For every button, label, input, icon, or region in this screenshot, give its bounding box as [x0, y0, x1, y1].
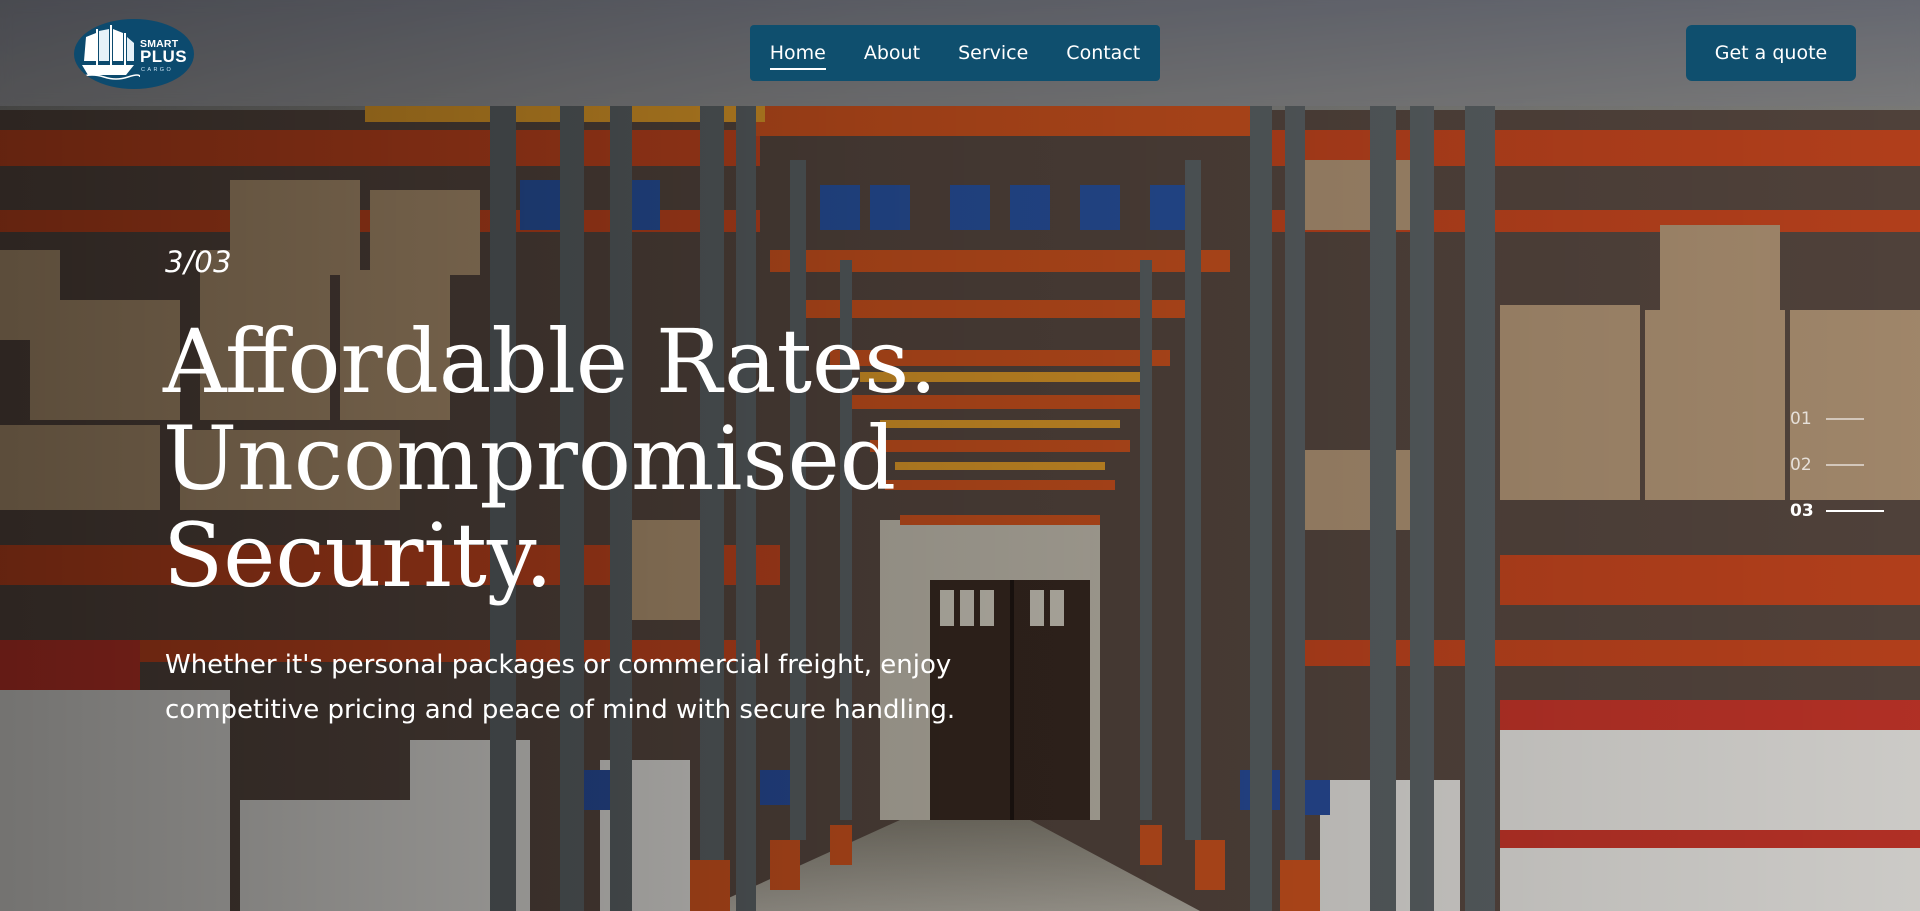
- slide-line: [1826, 418, 1864, 420]
- slide-indicator-item-2[interactable]: 02: [1790, 442, 1900, 488]
- hero-headline: Affordable Rates. Uncompromised Security…: [163, 313, 1043, 604]
- logo-badge: SMART PLUS CARGO: [74, 19, 194, 89]
- nav-link-service[interactable]: Service: [958, 36, 1028, 70]
- slide-line: [1826, 464, 1864, 466]
- slide-indicator: 01 02 03: [1790, 396, 1900, 534]
- slide-number: 03: [1790, 501, 1814, 521]
- slide-number: 02: [1790, 455, 1812, 475]
- logo-text-plus: PLUS: [140, 47, 187, 66]
- logo-text-cargo: CARGO: [141, 67, 174, 73]
- slide-indicator-item-1[interactable]: 01: [1790, 396, 1900, 442]
- headline-line-2: Uncompromised: [163, 407, 897, 510]
- slide-indicator-item-3[interactable]: 03: [1790, 488, 1900, 534]
- headline-line-3: Security.: [163, 504, 553, 607]
- nav-link-home[interactable]: Home: [769, 36, 826, 70]
- slide-counter: 3/03: [165, 245, 233, 279]
- get-quote-button[interactable]: Get a quote: [1686, 25, 1856, 81]
- slide-line: [1826, 510, 1884, 512]
- site-logo[interactable]: SMART PLUS CARGO: [74, 19, 194, 91]
- nav-link-about[interactable]: About: [864, 36, 920, 70]
- ship-icon: [79, 25, 140, 80]
- slide-number: 01: [1790, 409, 1812, 429]
- nav-link-contact[interactable]: Contact: [1066, 36, 1140, 70]
- hero-subtext: Whether it's personal packages or commer…: [165, 650, 956, 725]
- main-nav: Home About Service Contact: [750, 25, 1160, 81]
- headline-line-1: Affordable Rates.: [163, 310, 938, 413]
